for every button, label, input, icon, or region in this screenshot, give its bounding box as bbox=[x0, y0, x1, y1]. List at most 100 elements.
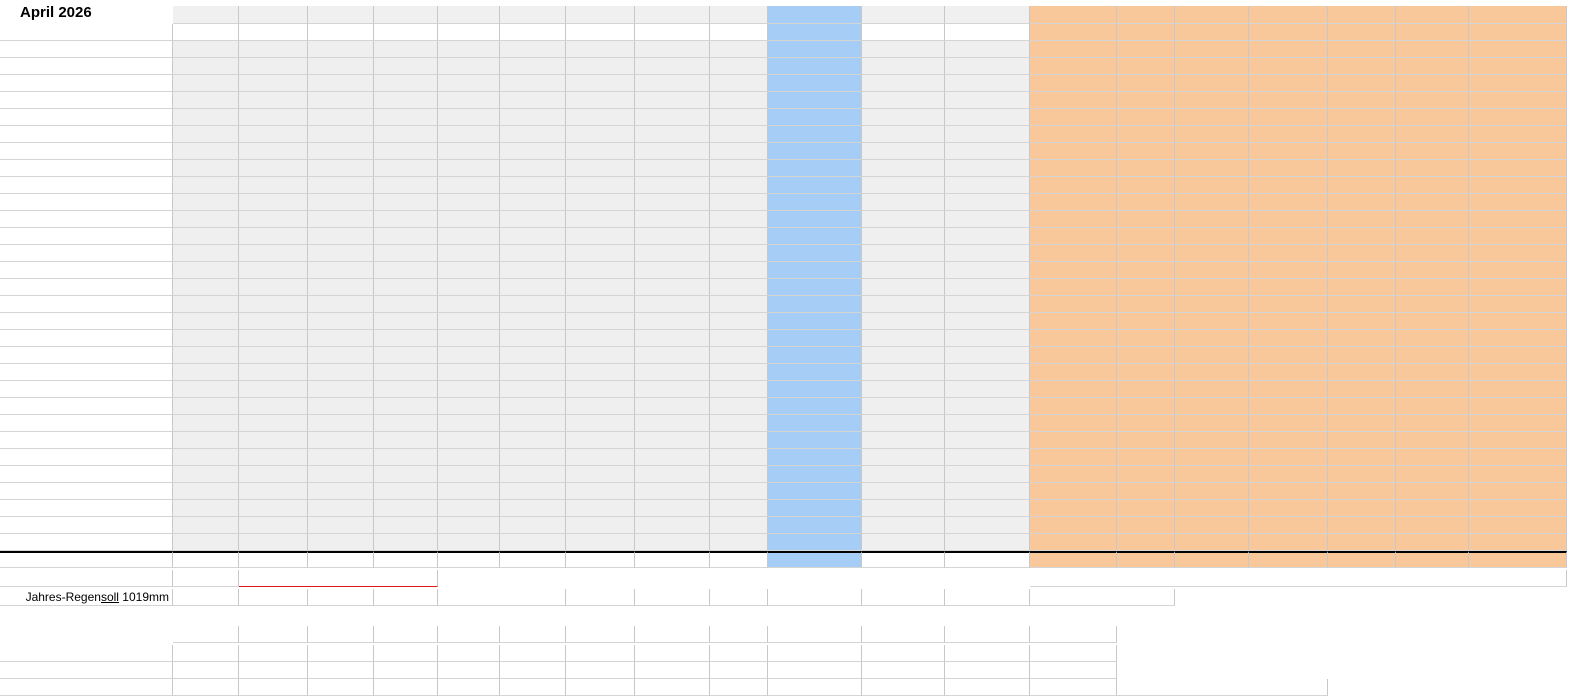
mittel-q[interactable] bbox=[1175, 551, 1249, 568]
cell-e-11[interactable] bbox=[308, 211, 374, 228]
cell-p-13[interactable] bbox=[1117, 245, 1175, 262]
month-differenz-cell[interactable] bbox=[500, 679, 566, 696]
cell-o-5[interactable] bbox=[1030, 109, 1117, 126]
cell-c-15[interactable] bbox=[173, 279, 239, 296]
cell-r-12[interactable] bbox=[1249, 228, 1328, 245]
cell-r-17[interactable] bbox=[1249, 313, 1328, 330]
cell-c-14[interactable] bbox=[173, 262, 239, 279]
cell-o-13[interactable] bbox=[1030, 245, 1117, 262]
cell-i-20[interactable] bbox=[566, 364, 635, 381]
month-differenz-cell[interactable] bbox=[768, 679, 862, 696]
cell-o-26[interactable] bbox=[1030, 466, 1117, 483]
cell-p-22[interactable] bbox=[1117, 398, 1175, 415]
cell-m-27[interactable] bbox=[862, 483, 945, 500]
cell-h-7[interactable] bbox=[500, 143, 566, 160]
cell-n-4[interactable] bbox=[945, 92, 1030, 109]
cell-r-6[interactable] bbox=[1249, 126, 1328, 143]
cell-c-9[interactable] bbox=[173, 177, 239, 194]
cell-n-26[interactable] bbox=[945, 466, 1030, 483]
cell-h-30[interactable] bbox=[500, 534, 566, 551]
col-letter-c[interactable] bbox=[173, 6, 239, 24]
cell-n-5[interactable] bbox=[945, 109, 1030, 126]
col-letter-t[interactable] bbox=[1396, 6, 1469, 24]
cell-e-24[interactable] bbox=[308, 432, 374, 449]
month-niederschlag-cell[interactable] bbox=[173, 645, 239, 662]
cell-o-16[interactable] bbox=[1030, 296, 1117, 313]
month-niederschlag-cell[interactable] bbox=[710, 645, 768, 662]
cell-k-14[interactable] bbox=[710, 262, 768, 279]
cell-m-18[interactable] bbox=[862, 330, 945, 347]
differenz-value[interactable] bbox=[500, 589, 566, 606]
cell-k-25[interactable] bbox=[710, 449, 768, 466]
month-liter-cell[interactable] bbox=[635, 662, 710, 679]
cell-h-8[interactable] bbox=[500, 160, 566, 177]
cell-c-27[interactable] bbox=[173, 483, 239, 500]
cell-u-29[interactable] bbox=[1469, 517, 1567, 534]
cell-t-19[interactable] bbox=[1396, 347, 1469, 364]
cell-p-18[interactable] bbox=[1117, 330, 1175, 347]
cell-g-24[interactable] bbox=[438, 432, 500, 449]
cell-s-11[interactable] bbox=[1328, 211, 1396, 228]
cell-d-16[interactable] bbox=[239, 296, 308, 313]
cell-r-1[interactable] bbox=[1249, 41, 1328, 58]
cell-m-22[interactable] bbox=[862, 398, 945, 415]
cell-e-8[interactable] bbox=[308, 160, 374, 177]
cell-o-9[interactable] bbox=[1030, 177, 1117, 194]
cell-m-4[interactable] bbox=[862, 92, 945, 109]
cell-f-5[interactable] bbox=[374, 109, 438, 126]
cell-j-3[interactable] bbox=[635, 75, 710, 92]
cell-r-3[interactable] bbox=[1249, 75, 1328, 92]
col-letter-o[interactable] bbox=[1030, 6, 1117, 24]
cell-f-30[interactable] bbox=[374, 534, 438, 551]
col-letter-f[interactable] bbox=[374, 6, 438, 24]
cell-o-3[interactable] bbox=[1030, 75, 1117, 92]
cell-d-17[interactable] bbox=[239, 313, 308, 330]
cell-p-9[interactable] bbox=[1117, 177, 1175, 194]
cell-g-21[interactable] bbox=[438, 381, 500, 398]
cell-k-30[interactable] bbox=[710, 534, 768, 551]
cell-r-5[interactable] bbox=[1249, 109, 1328, 126]
cell-k-8[interactable] bbox=[710, 160, 768, 177]
cell-g-5[interactable] bbox=[438, 109, 500, 126]
col-letter-k[interactable] bbox=[710, 6, 768, 24]
month-liter-cell[interactable] bbox=[945, 662, 1030, 679]
month-liter-cell[interactable] bbox=[1030, 662, 1117, 679]
cell-s-3[interactable] bbox=[1328, 75, 1396, 92]
cell-m-8[interactable] bbox=[862, 160, 945, 177]
cell-j-27[interactable] bbox=[635, 483, 710, 500]
cell-r-11[interactable] bbox=[1249, 211, 1328, 228]
cell-p-24[interactable] bbox=[1117, 432, 1175, 449]
cell-g-25[interactable] bbox=[438, 449, 500, 466]
cell-k-27[interactable] bbox=[710, 483, 768, 500]
cell-h-19[interactable] bbox=[500, 347, 566, 364]
month-liter-cell[interactable] bbox=[374, 662, 438, 679]
cell-p-16[interactable] bbox=[1117, 296, 1175, 313]
cell-c-4[interactable] bbox=[173, 92, 239, 109]
cell-c-13[interactable] bbox=[173, 245, 239, 262]
cell-s-6[interactable] bbox=[1328, 126, 1396, 143]
cell-i-4[interactable] bbox=[566, 92, 635, 109]
cell-i-30[interactable] bbox=[566, 534, 635, 551]
cell-k-11[interactable] bbox=[710, 211, 768, 228]
cell-e-29[interactable] bbox=[308, 517, 374, 534]
cell-c-17[interactable] bbox=[173, 313, 239, 330]
month-niederschlag-cell[interactable] bbox=[1030, 645, 1117, 662]
cell-l-10[interactable] bbox=[768, 194, 862, 211]
cell-e-13[interactable] bbox=[308, 245, 374, 262]
cell-t-28[interactable] bbox=[1396, 500, 1469, 517]
cell-e-30[interactable] bbox=[308, 534, 374, 551]
cell-r-23[interactable] bbox=[1249, 415, 1328, 432]
cell-e-6[interactable] bbox=[308, 126, 374, 143]
cell-m-6[interactable] bbox=[862, 126, 945, 143]
cell-m-5[interactable] bbox=[862, 109, 945, 126]
cell-k-12[interactable] bbox=[710, 228, 768, 245]
cell-t-24[interactable] bbox=[1396, 432, 1469, 449]
cell-o-22[interactable] bbox=[1030, 398, 1117, 415]
cell-k-16[interactable] bbox=[710, 296, 768, 313]
cell-e-18[interactable] bbox=[308, 330, 374, 347]
cell-p-21[interactable] bbox=[1117, 381, 1175, 398]
cell-e-4[interactable] bbox=[308, 92, 374, 109]
cell-n-22[interactable] bbox=[945, 398, 1030, 415]
cell-u-22[interactable] bbox=[1469, 398, 1567, 415]
month-differenz-cell[interactable] bbox=[239, 679, 308, 696]
